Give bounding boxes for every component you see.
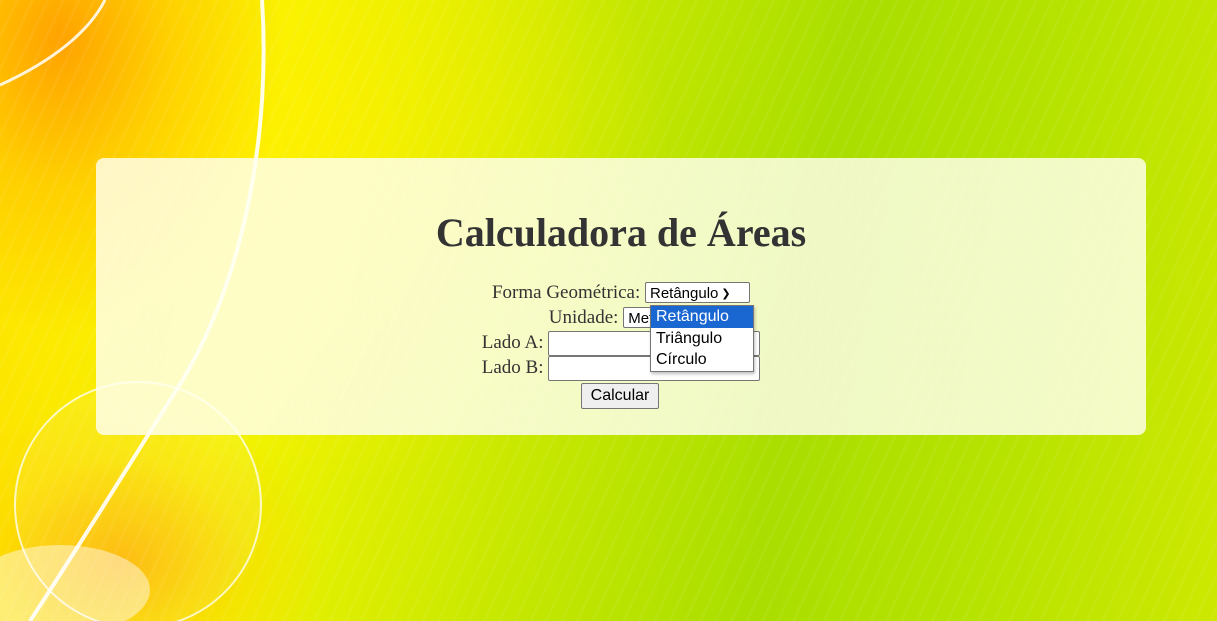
area-form: Forma Geométrica: Retângulo ❯ Unidade: Me…	[96, 281, 1146, 411]
dropdown-option-retangulo[interactable]: Retângulo	[651, 306, 753, 328]
shape-dropdown-list: Retângulo Triângulo Círculo	[650, 305, 754, 372]
shape-row: Forma Geométrica: Retângulo ❯	[96, 281, 1146, 306]
side-a-label: Lado A:	[481, 332, 544, 353]
side-b-label: Lado B:	[481, 357, 544, 378]
dropdown-option-circulo[interactable]: Círculo	[651, 349, 753, 371]
shape-select-value: Retângulo	[650, 285, 719, 302]
unit-label: Unidade:	[548, 307, 619, 328]
page-title: Calculadora de Áreas	[435, 210, 807, 255]
shape-label: Forma Geométrica:	[491, 282, 641, 303]
shape-select[interactable]: Retângulo ❯	[645, 282, 750, 303]
unit-row: Unidade: Metro❯	[96, 306, 1146, 331]
side-a-row: Lado A:	[96, 331, 1146, 356]
dropdown-option-triangulo[interactable]: Triângulo	[651, 328, 753, 350]
chevron-down-icon: ❯	[721, 288, 731, 300]
side-b-row: Lado B:	[96, 356, 1146, 381]
button-row: Calcular	[96, 383, 1146, 411]
calculator-card: Calculadora de Áreas Forma Geométrica: R…	[96, 158, 1146, 435]
calculate-button[interactable]: Calcular	[580, 383, 660, 409]
